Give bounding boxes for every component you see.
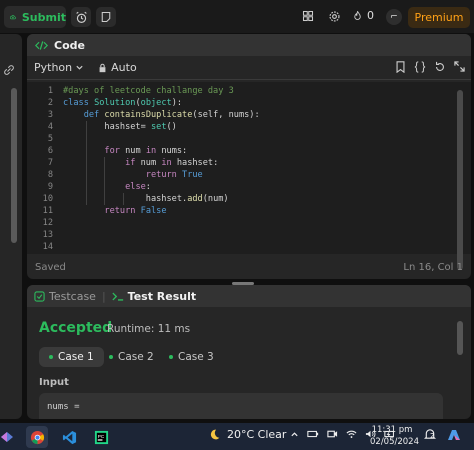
editor-tools [395,61,465,73]
chrome-icon[interactable] [26,426,48,448]
bookmark-icon[interactable] [395,61,406,73]
case-tab-2[interactable]: Case 2 [99,347,164,367]
code-line: 12 [42,218,53,228]
notification-bell[interactable]: 2 [424,428,436,444]
code-brackets-icon [35,40,48,50]
notification-count: 2 [430,432,435,440]
layout-grid-icon[interactable] [302,10,314,25]
timer-button[interactable] [71,7,91,27]
vscode-icon[interactable] [58,426,80,448]
copilot-icon[interactable] [445,427,467,445]
code-panel-title: Code [54,38,85,52]
result-panel-header: Testcase | Test Result [27,285,471,307]
input-value-box: nums = [39,393,443,419]
result-status: Accepted [39,320,113,336]
code-line: 1 #days of leetcode challange day 3 [47,86,234,96]
case-label: Case 2 [118,351,154,363]
case-tab-3[interactable]: Case 3 [159,347,224,367]
lock-icon [99,63,106,72]
result-panel: Testcase | Test Result Accepted Runtime:… [27,285,471,419]
cloud-upload-icon [10,14,16,19]
flame-icon [354,10,361,20]
terminal-icon [112,292,123,301]
top-bar: Submit 0 ⌐ Premium [0,0,474,33]
weather-widget[interactable]: 20°C Clear [208,428,286,441]
input-label: Input [39,377,69,388]
case-label: Case 3 [178,351,214,363]
auto-mode-toggle[interactable]: Auto [98,61,137,74]
code-line: 10 hashset.add(num) [42,194,229,204]
format-braces-icon[interactable] [414,61,426,73]
settings-gear-icon[interactable] [328,10,341,26]
note-icon [101,11,111,23]
cursor-position: Ln 16, Col 1 [403,262,463,273]
code-panel-header: Code [27,34,471,56]
svg-text:PC: PC [97,433,104,438]
clock-date: 02/05/2024 [370,437,419,447]
code-line: 5 [47,134,53,144]
taskbar-clock[interactable]: 11:31 pm 02/05/2024 [370,424,419,448]
avatar[interactable]: ⌐ [386,9,402,25]
code-panel: Code Python Auto 1 #days of leetcode chal… [27,34,471,279]
auto-mode-label: Auto [111,61,137,74]
language-select[interactable]: Python [34,61,84,74]
notes-button[interactable] [96,7,116,27]
runtime-text: Runtime: 11 ms [107,323,191,335]
case-tab-1[interactable]: Case 1 [39,347,104,367]
expand-icon[interactable] [454,61,465,72]
case-label: Case 1 [58,351,94,363]
battery-icon[interactable] [307,429,319,439]
code-line: 8 return True [47,170,203,180]
result-scrollbar[interactable] [457,321,463,355]
alarm-clock-icon [75,11,87,23]
tab-separator: | [101,289,106,303]
code-line: 9 else: [47,182,151,192]
pass-dot [169,355,173,359]
checkbox-icon [34,290,45,302]
camera-icon[interactable] [327,429,338,439]
chevron-up-icon[interactable] [290,430,299,439]
pass-dot [49,355,53,359]
code-editor[interactable]: 1 #days of leetcode challange day 3 2 clas… [27,82,471,254]
weather-text: 20°C Clear [227,428,287,441]
submit-button[interactable]: Submit [4,6,66,28]
tab-testcase[interactable]: Testcase [34,290,96,303]
editor-status-bar: Saved Ln 16, Col 1 [27,256,471,279]
code-line: 13 [42,230,53,240]
premium-button[interactable]: Premium [408,7,470,28]
tab-testcase-label: Testcase [49,289,96,303]
code-line: 7 if num in hashset: [47,158,219,168]
save-status: Saved [35,262,66,273]
language-label: Python [34,61,73,74]
pass-dot [109,355,113,359]
left-scrollbar[interactable] [11,88,17,243]
submit-label: Submit [21,10,66,24]
code-line: 4 hashset= set() [47,122,177,132]
link-icon[interactable] [3,64,15,76]
reset-icon[interactable] [434,61,446,73]
code-line: 14 [42,242,53,252]
clock-time: 11:31 pm [371,425,413,435]
editor-scrollbar[interactable] [457,90,463,270]
streak-counter[interactable]: 0 [352,9,374,22]
tab-test-result[interactable]: Test Result [112,290,196,303]
code-line: 6 for num in nums: [47,146,188,156]
code-line: 11 return False [42,206,167,216]
tab-test-result-label: Test Result [127,289,197,303]
wifi-icon[interactable] [346,429,357,439]
chevron-down-icon [76,65,83,70]
code-line: 2 class Solution(object): [47,98,183,108]
code-line: 3 def containsDuplicate(self, nums): [47,110,260,120]
start-icon[interactable] [0,426,18,448]
moon-icon [210,429,220,440]
pycharm-icon[interactable]: PC [90,426,112,448]
editor-toolbar: Python Auto [27,56,471,80]
streak-count: 0 [367,9,374,22]
